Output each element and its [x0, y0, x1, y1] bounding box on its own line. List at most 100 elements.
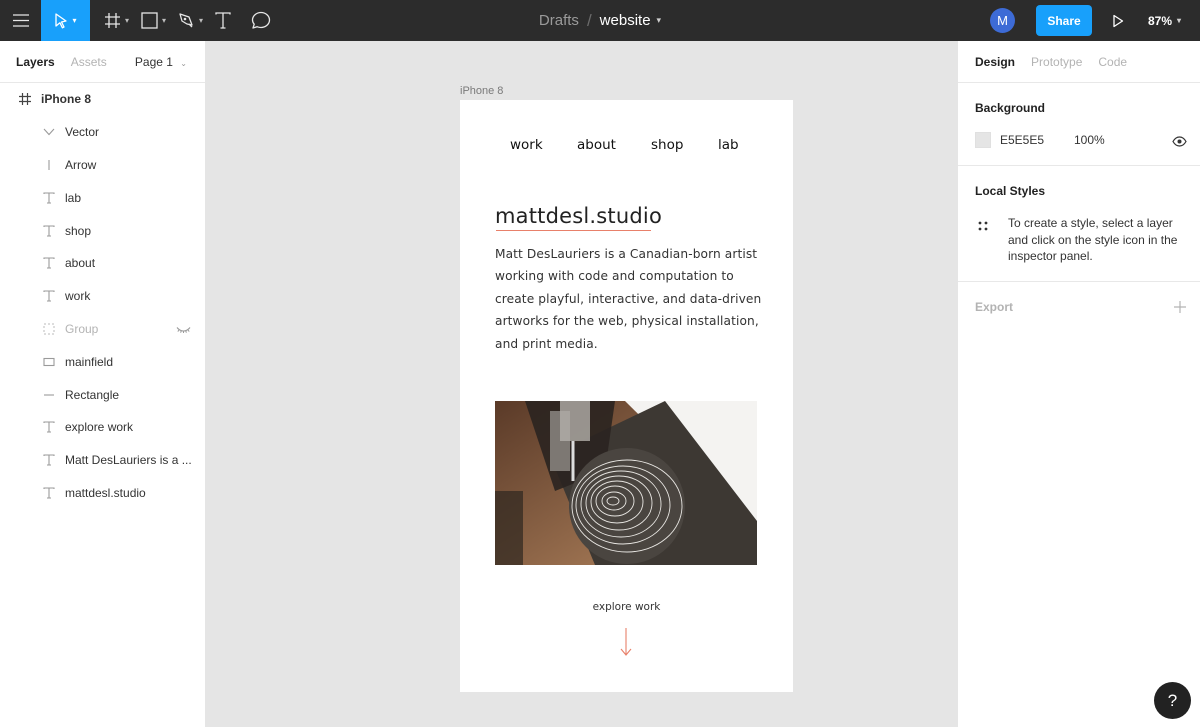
tab-layers[interactable]: Layers	[16, 55, 55, 69]
tab-design[interactable]: Design	[975, 55, 1015, 69]
layer-name: mattdesl.studio	[65, 485, 146, 500]
hamburger-icon	[12, 14, 29, 27]
page-name: Page 1	[134, 54, 173, 69]
nav-shop[interactable]: shop	[651, 137, 683, 153]
layer-name: work	[65, 289, 91, 304]
move-tool-button[interactable]: ▾	[41, 0, 90, 41]
cursor-icon	[55, 12, 68, 28]
add-export-icon[interactable]	[1174, 300, 1186, 318]
layer-item[interactable]: about	[0, 247, 205, 280]
layer-item[interactable]: shop	[0, 214, 205, 247]
chevron-down-icon: ▾	[162, 16, 167, 25]
background-hex-field[interactable]: E5E5E5	[1000, 133, 1044, 147]
chevron-down-icon[interactable]: ▾	[657, 15, 662, 26]
share-button[interactable]: Share	[1036, 5, 1092, 36]
tab-code[interactable]: Code	[1098, 55, 1127, 69]
rectangle-icon	[141, 12, 158, 29]
line-icon	[42, 158, 56, 172]
text-icon	[42, 256, 56, 270]
chevron-down-icon: ▾	[72, 16, 77, 25]
background-color-swatch[interactable]	[975, 132, 991, 148]
background-opacity-field[interactable]: 100%	[1074, 133, 1105, 147]
layer-frame-iphone-8[interactable]: iPhone 8	[0, 83, 205, 116]
layer-name: about	[65, 256, 96, 271]
text-icon	[42, 420, 56, 434]
layer-item[interactable]: mainfield	[0, 345, 205, 378]
pen-tool-button[interactable]: ▾	[172, 0, 209, 41]
group-icon	[42, 322, 56, 336]
chevron-down-icon: ▾	[199, 16, 204, 25]
layer-name: iPhone 8	[41, 92, 92, 107]
layer-item[interactable]: lab	[0, 181, 205, 214]
bio-text[interactable]: Matt DesLauriers is a Canadian-born arti…	[495, 243, 765, 355]
layer-item-hidden[interactable]: Group	[0, 313, 205, 346]
text-icon	[42, 289, 56, 303]
line-icon	[42, 388, 56, 402]
text-icon	[42, 453, 56, 467]
inspector-tabs: Design Prototype Code	[958, 41, 1200, 83]
present-button[interactable]	[1106, 0, 1130, 41]
explore-work-link[interactable]: explore work	[460, 601, 793, 613]
breadcrumb-separator: /	[586, 10, 592, 30]
background-section-title: Background	[975, 101, 1046, 115]
text-icon	[42, 191, 56, 205]
rectangle-icon	[42, 355, 56, 369]
eye-closed-icon[interactable]	[176, 323, 191, 337]
layer-name: explore work	[65, 420, 134, 435]
layer-name: Group	[65, 321, 99, 336]
layer-item[interactable]: Arrow	[0, 149, 205, 182]
frame-icon	[18, 92, 32, 106]
layer-item[interactable]: mattdesl.studio	[0, 477, 205, 510]
play-icon	[1113, 14, 1124, 27]
local-styles-hint: To create a style, select a layer and cl…	[1008, 216, 1178, 263]
layer-item[interactable]: explore work	[0, 411, 205, 444]
text-icon	[215, 12, 231, 29]
text-icon	[42, 224, 56, 238]
comment-tool-button[interactable]	[245, 0, 277, 41]
layer-name: Vector	[65, 125, 100, 140]
styles-icon	[978, 218, 988, 236]
frame-icon	[105, 13, 120, 28]
arrow-down-icon[interactable]	[619, 627, 633, 662]
breadcrumb-drafts[interactable]: Drafts	[539, 12, 579, 29]
eye-icon[interactable]	[1172, 134, 1187, 152]
frame-tool-button[interactable]: ▾	[98, 0, 135, 41]
iphone-frame[interactable]: work about shop lab mattdesl.studio Matt…	[460, 100, 793, 692]
canvas[interactable]: iPhone 8 work about shop lab mattdesl.st…	[206, 41, 957, 727]
page-selector[interactable]: Page 1 ⌄	[135, 55, 187, 69]
text-tool-button[interactable]	[209, 0, 237, 41]
layer-name: Matt DesLauriers is a ...	[65, 453, 192, 468]
nav-lab[interactable]: lab	[718, 137, 739, 153]
chevron-down-icon: ▾	[1177, 16, 1182, 25]
main-menu-button[interactable]	[0, 0, 41, 41]
nav-work[interactable]: work	[510, 137, 543, 153]
nav-about[interactable]: about	[577, 137, 616, 153]
layer-item[interactable]: Matt DesLauriers is a ...	[0, 444, 205, 477]
divider	[958, 281, 1200, 282]
layer-item[interactable]: work	[0, 280, 205, 313]
zoom-level: 87%	[1148, 13, 1173, 28]
site-title[interactable]: mattdesl.studio	[495, 204, 662, 228]
layer-name: Arrow	[65, 157, 97, 172]
avatar[interactable]: M	[990, 8, 1015, 33]
layer-name: mainfield	[65, 354, 114, 369]
help-button[interactable]: ?	[1154, 682, 1191, 719]
layer-item[interactable]: Rectangle	[0, 378, 205, 411]
pen-icon	[179, 13, 193, 28]
local-styles-title: Local Styles	[975, 184, 1046, 198]
frame-label[interactable]: iPhone 8	[460, 85, 503, 97]
layers-panel: Layers Assets Page 1 ⌄ iPhone 8 Vector A…	[0, 41, 206, 727]
zoom-menu[interactable]: 87% ▾	[1148, 0, 1181, 41]
tab-prototype[interactable]: Prototype	[1031, 55, 1082, 69]
shape-tool-button[interactable]: ▾	[135, 0, 172, 41]
left-panel-tabs: Layers Assets Page 1 ⌄	[0, 41, 205, 83]
layer-name: Rectangle	[65, 387, 120, 402]
tab-assets[interactable]: Assets	[71, 55, 107, 69]
comment-icon	[251, 11, 271, 29]
layer-name: shop	[65, 223, 92, 238]
layer-item[interactable]: Vector	[0, 116, 205, 149]
hero-image[interactable]	[495, 401, 757, 565]
title-underline[interactable]	[496, 230, 651, 231]
file-name[interactable]: website	[600, 12, 651, 29]
vector-icon	[42, 125, 56, 139]
